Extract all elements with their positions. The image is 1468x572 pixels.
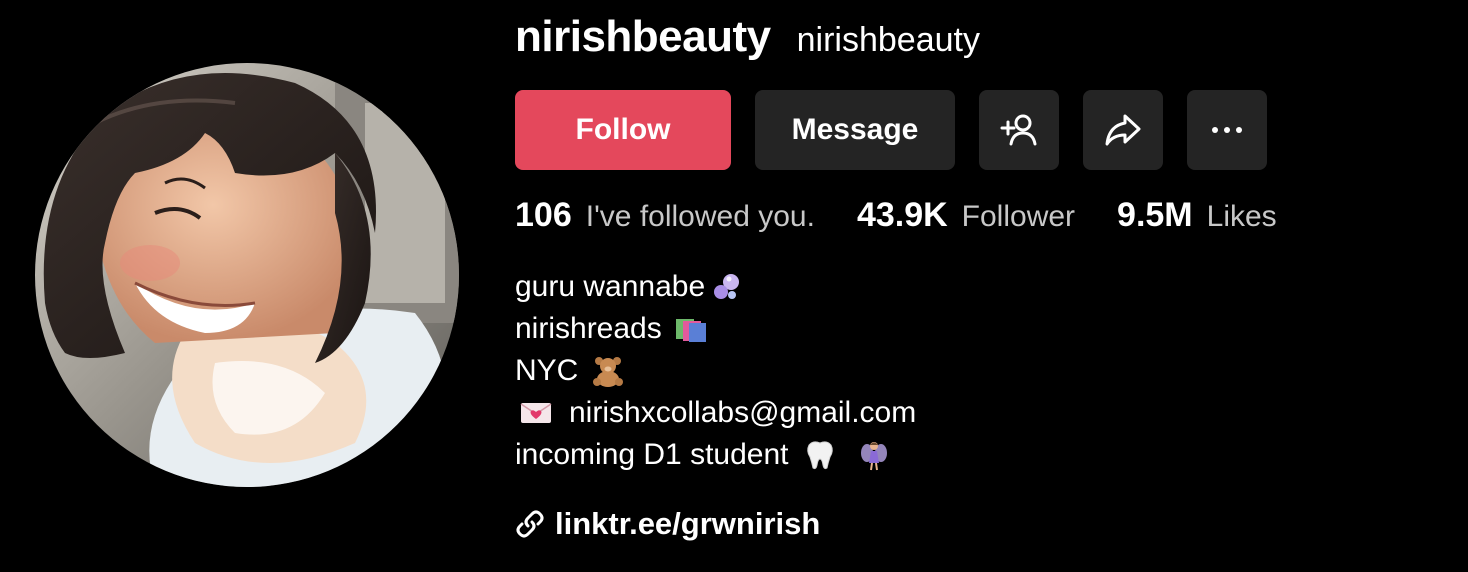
profile-link-text[interactable]: linktr.ee/grwnirish — [555, 506, 820, 542]
teddy-bear-icon — [590, 355, 626, 387]
username: nirishbeauty — [515, 12, 771, 61]
bio-email: nirishxcollabs@gmail.com — [569, 396, 917, 429]
follow-button[interactable]: Follow — [515, 90, 731, 170]
add-friend-icon — [1000, 114, 1037, 146]
bio-line: guru wannabe — [515, 266, 916, 308]
books-icon — [674, 315, 708, 343]
bio: guru wannabe nirishreads NYC nirishxcoll… — [515, 266, 916, 476]
link-icon — [516, 510, 544, 538]
followers-count: 43.9K — [856, 196, 948, 234]
share-icon — [1105, 114, 1141, 146]
love-letter-icon — [519, 400, 553, 426]
message-button[interactable]: Message — [755, 90, 955, 170]
nickname: nirishbeauty — [796, 21, 980, 59]
stat-followers[interactable]: 43.9K Follower — [857, 196, 1075, 235]
avatar-image — [35, 63, 459, 487]
more-button[interactable] — [1187, 90, 1267, 170]
bio-text: NYC — [515, 354, 579, 387]
bio-line: nirishreads — [515, 308, 916, 350]
bio-line: incoming D1 student — [515, 434, 916, 476]
bio-line: nirishxcollabs@gmail.com — [515, 392, 916, 434]
title-row: nirishbeauty nirishbeauty — [515, 12, 980, 62]
stat-likes: 9.5M Likes — [1117, 196, 1277, 235]
bio-text: nirishreads — [515, 312, 662, 345]
avatar[interactable] — [35, 63, 459, 487]
more-icon — [1212, 127, 1242, 133]
bubbles-icon — [709, 271, 743, 303]
likes-count: 9.5M — [1117, 196, 1193, 234]
following-label: I've followed you. — [585, 200, 815, 233]
profile-page: nirishbeauty nirishbeauty Follow Message — [0, 0, 1468, 572]
likes-label: Likes — [1206, 200, 1277, 233]
bio-line: NYC — [515, 350, 916, 392]
add-friend-button[interactable] — [979, 90, 1059, 170]
stat-following[interactable]: 106 I've followed you. — [515, 196, 815, 235]
bio-text: guru wannabe — [515, 270, 706, 303]
fairy-icon — [859, 439, 889, 471]
following-count: 106 — [515, 196, 572, 234]
action-bar: Follow Message — [515, 90, 1267, 170]
tooth-icon — [803, 439, 837, 471]
share-button[interactable] — [1083, 90, 1163, 170]
stats-row: 106 I've followed you. 43.9K Follower 9.… — [515, 196, 1319, 235]
profile-link[interactable]: linktr.ee/grwnirish — [515, 506, 820, 542]
followers-label: Follower — [961, 200, 1076, 233]
bio-text: incoming D1 student — [515, 438, 789, 471]
